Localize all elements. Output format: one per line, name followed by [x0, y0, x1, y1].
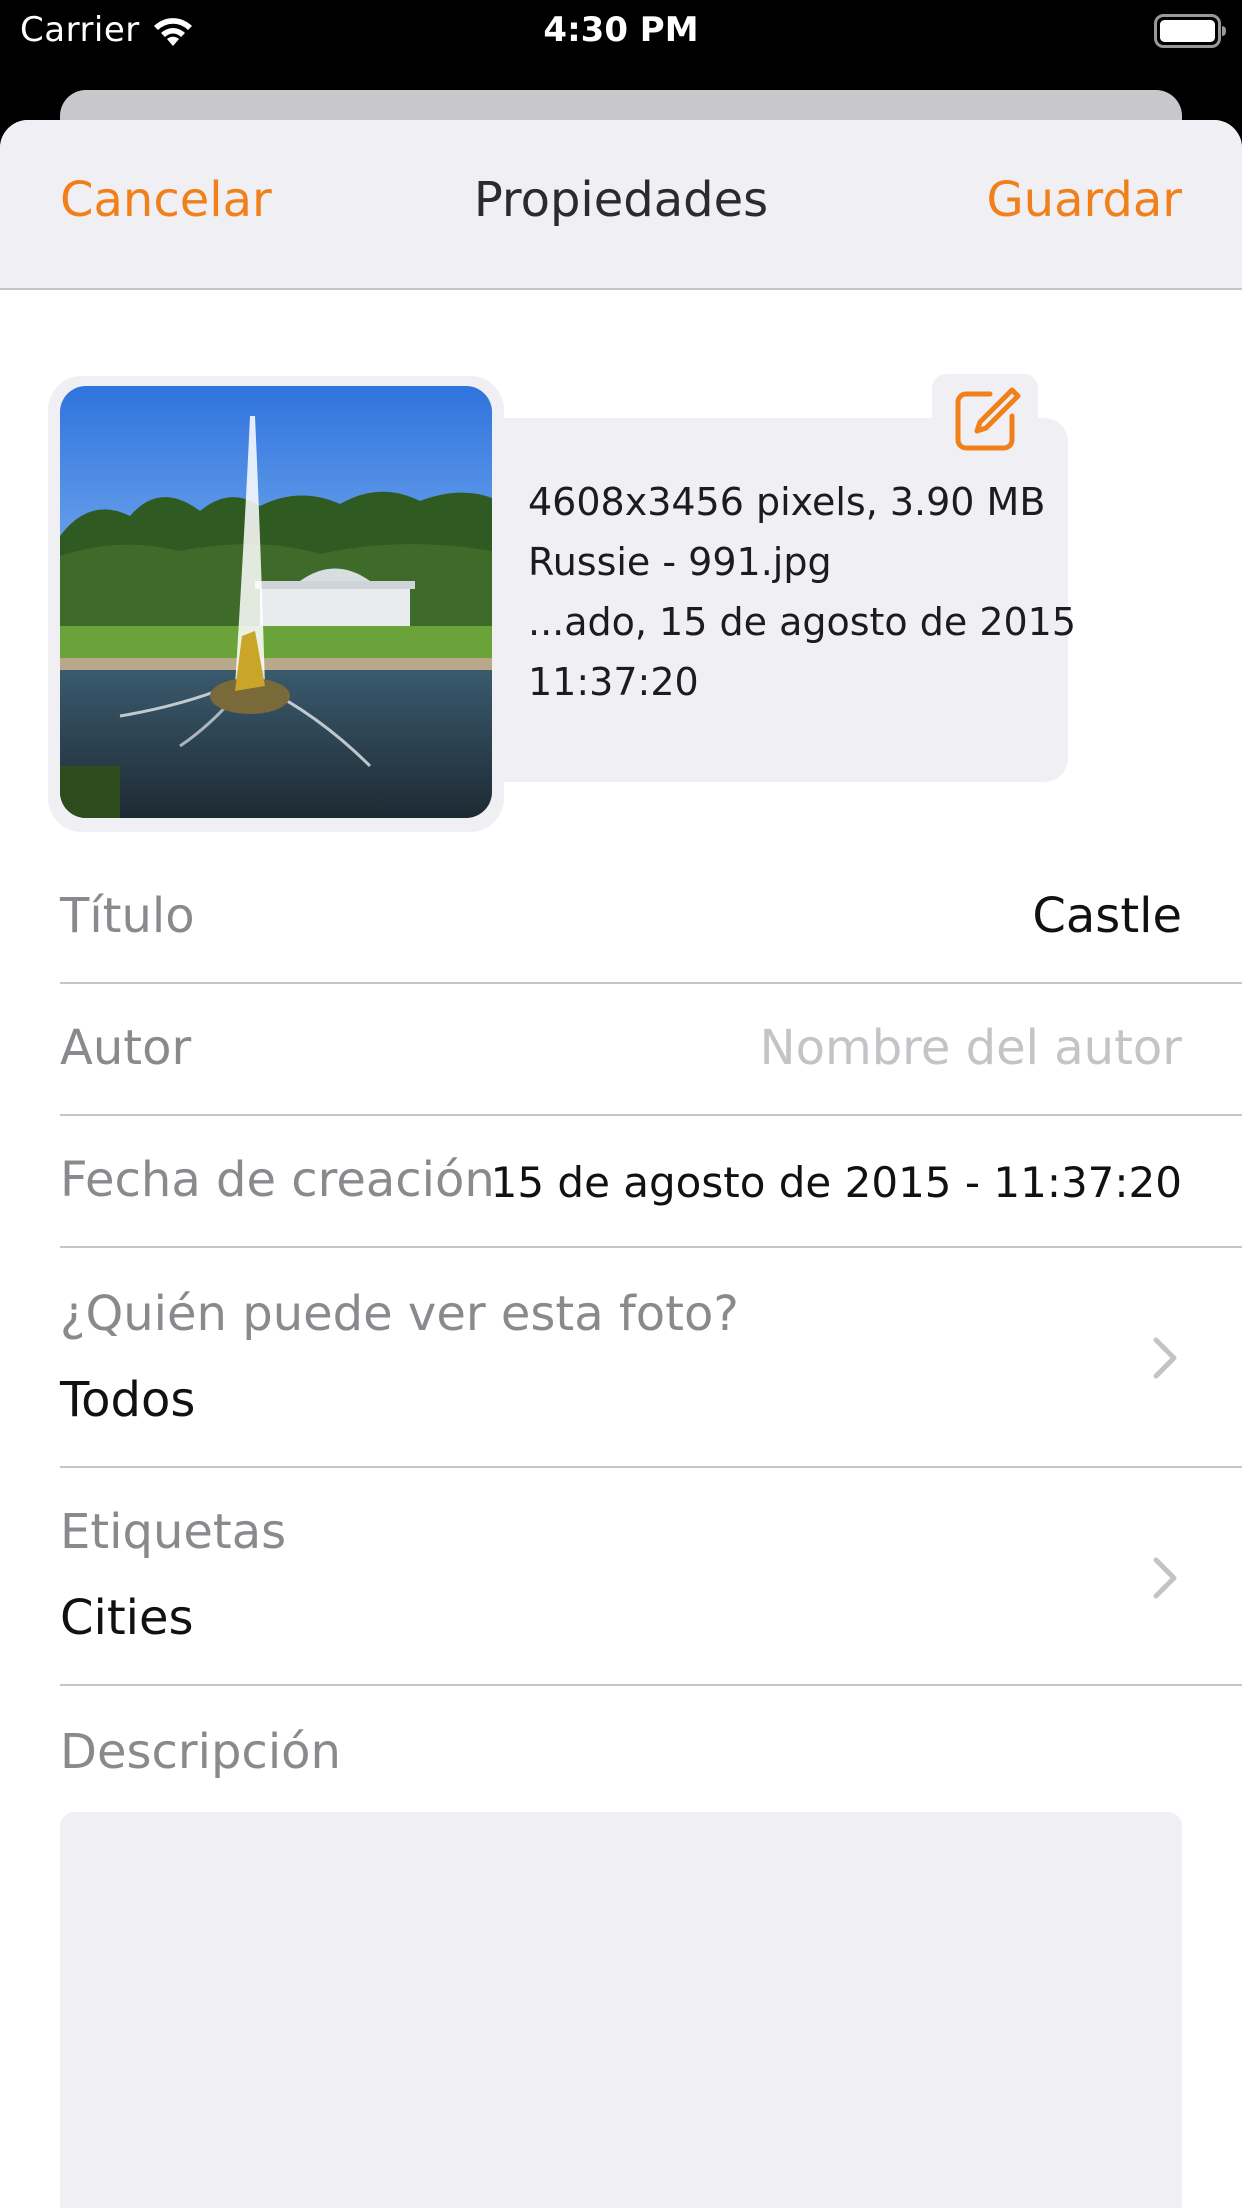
battery-icon — [1154, 14, 1226, 48]
creation-date-value[interactable]: 15 de agosto de 2015 - 11:37:20 — [491, 1158, 1182, 1207]
description-textarea[interactable] — [60, 1812, 1182, 2208]
photo-info-text: 4608x3456 pixels, 3.90 MB Russie - 991.j… — [528, 472, 1077, 712]
title-row[interactable]: Título Castle — [60, 852, 1242, 984]
photo-date: ...ado, 15 de agosto de 2015 — [528, 600, 1077, 644]
title-label: Título — [60, 888, 195, 944]
tags-row[interactable]: Etiquetas Cities — [60, 1468, 1242, 1686]
description-label: Descripción — [60, 1724, 341, 1780]
creation-date-label: Fecha de creación — [60, 1152, 495, 1208]
navigation-bar: Cancelar Propiedades Guardar — [0, 120, 1242, 290]
author-row[interactable]: Autor Nombre del autor — [60, 984, 1242, 1116]
creation-date-row[interactable]: Fecha de creación 15 de agosto de 2015 -… — [60, 1116, 1242, 1248]
photo-filename: Russie - 991.jpg — [528, 540, 832, 584]
photo-dimensions: 4608x3456 pixels, 3.90 MB — [528, 480, 1046, 524]
save-button[interactable]: Guardar — [986, 172, 1182, 228]
chevron-right-icon — [1153, 1337, 1177, 1379]
edit-icon[interactable] — [950, 384, 1022, 456]
visibility-row[interactable]: ¿Quién puede ver esta foto? Todos — [60, 1248, 1242, 1468]
status-time: 4:30 PM — [543, 10, 699, 50]
photo-time: 11:37:20 — [528, 660, 699, 704]
author-label: Autor — [60, 1020, 192, 1076]
visibility-label: ¿Quién puede ver esta foto? — [60, 1286, 739, 1342]
author-input[interactable]: Nombre del autor — [760, 1020, 1182, 1076]
photo-thumbnail[interactable] — [60, 386, 492, 818]
status-bar: Carrier 4:30 PM — [0, 0, 1242, 62]
properties-sheet: Cancelar Propiedades Guardar 4608x3456 p… — [0, 120, 1242, 2208]
chevron-right-icon — [1153, 1557, 1177, 1599]
tags-value: Cities — [60, 1590, 194, 1646]
title-input[interactable]: Castle — [1032, 888, 1182, 944]
tags-label: Etiquetas — [60, 1504, 287, 1560]
visibility-value: Todos — [60, 1372, 196, 1428]
